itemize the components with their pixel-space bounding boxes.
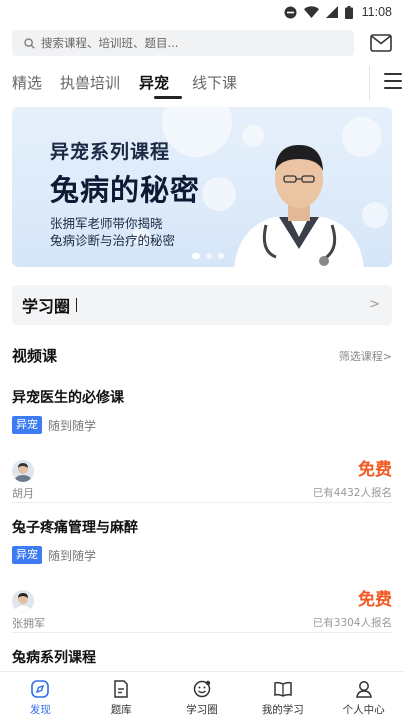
study-circle-card[interactable]: 学习圈 > [12,285,392,325]
enroll-count: 已有3304人报名 [312,617,392,629]
teacher-name: 胡月 [12,487,34,500]
search-icon [24,37,35,49]
message-icon[interactable] [370,34,392,52]
logo-divider [76,298,78,312]
wifi-icon [303,6,319,18]
course-title: 兔病系列课程 [12,650,96,666]
tab-featured[interactable]: 精选 [12,72,42,93]
course-card[interactable]: 兔子疼痛管理与麻醉 异宠 随到随学 张拥军 免费 已有3304人报名 [12,517,392,637]
course-tag-text: 随到随学 [48,549,97,563]
dnd-icon [284,6,297,18]
menu-icon[interactable] [384,73,402,89]
discover-icon [31,680,50,698]
nav-profile[interactable]: 个人中心 [323,672,404,720]
search-placeholder: 搜索课程、培训班、题目... [41,36,179,50]
signal-icon [325,6,338,18]
course-price: 免费 [358,460,392,480]
nav-label: 学习圈 [186,704,218,716]
teacher-avatar [12,460,34,482]
course-title: 兔子疼痛管理与麻醉 [12,520,138,536]
course-tag: 异宠 [12,546,42,564]
study-circle-logo: 学习圈 [22,297,71,316]
battery-icon [344,5,353,19]
my-study-icon [274,681,292,697]
nav-label: 我的学习 [261,704,304,716]
teacher-name: 张拥军 [12,617,45,630]
video-section-header: 视频课 筛选课程> [12,345,392,365]
nav-study-circle[interactable]: 学习圈 [162,672,243,720]
banner-desc-line1: 张拥军老师带你揭晓 [50,216,163,231]
nav-label: 发现 [29,704,51,716]
category-tabs: 精选 执兽培训 异宠 线下课 [12,66,404,102]
nav-discover[interactable]: 发现 [0,672,81,720]
enroll-count: 已有4432人报名 [312,487,392,499]
teacher-avatar [12,590,34,612]
question-bank-icon [114,680,128,698]
course-tag: 异宠 [12,416,42,434]
status-bar: 11:08 [0,0,404,24]
course-tag-text: 随到随学 [48,419,97,433]
tab-exotic-pets[interactable]: 异宠 [139,72,169,93]
course-card[interactable]: 兔病系列课程 [12,647,392,667]
course-divider [12,502,392,503]
nav-label: 个人中心 [342,704,385,716]
search-input[interactable]: 搜索课程、培训班、题目... [12,30,354,56]
course-title: 异宠医生的必修课 [12,390,124,406]
course-divider [12,632,392,633]
banner-title: 兔病的秘密 [50,173,201,207]
banner-pagination [192,253,224,259]
section-title: 视频课 [12,347,58,365]
active-tab-indicator [154,96,182,99]
nav-label: 题库 [110,704,132,716]
course-card[interactable]: 异宠医生的必修课 异宠 随到随学 胡月 免费 已有4432人报名 [12,387,392,507]
nav-question-bank[interactable]: 题库 [81,672,162,720]
doctor-portrait-image [234,145,364,267]
tab-offline-courses[interactable]: 线下课 [192,72,237,93]
bottom-navigation: 发现 题库 学习圈 我的学习 个人中心 [0,671,404,720]
chevron-right-icon: > [369,297,380,312]
study-circle-icon [193,680,211,698]
status-time: 11:08 [361,5,392,19]
search-row: 搜索课程、培训班、题目... [12,30,392,56]
tabs-divider [369,66,370,100]
nav-my-study[interactable]: 我的学习 [242,672,323,720]
banner-desc-line2: 兔病诊断与治疗的秘密 [50,233,176,248]
promo-banner[interactable]: 异宠系列课程 兔病的秘密 张拥军老师带你揭晓 兔病诊断与治疗的秘密 [12,107,392,267]
tab-vet-training[interactable]: 执兽培训 [60,72,120,93]
filter-courses-link[interactable]: 筛选课程> [339,348,392,364]
course-price: 免费 [358,590,392,610]
profile-icon [355,681,372,698]
banner-description: 张拥军老师带你揭晓 兔病诊断与治疗的秘密 [50,215,175,249]
banner-series: 异宠系列课程 [50,141,171,163]
